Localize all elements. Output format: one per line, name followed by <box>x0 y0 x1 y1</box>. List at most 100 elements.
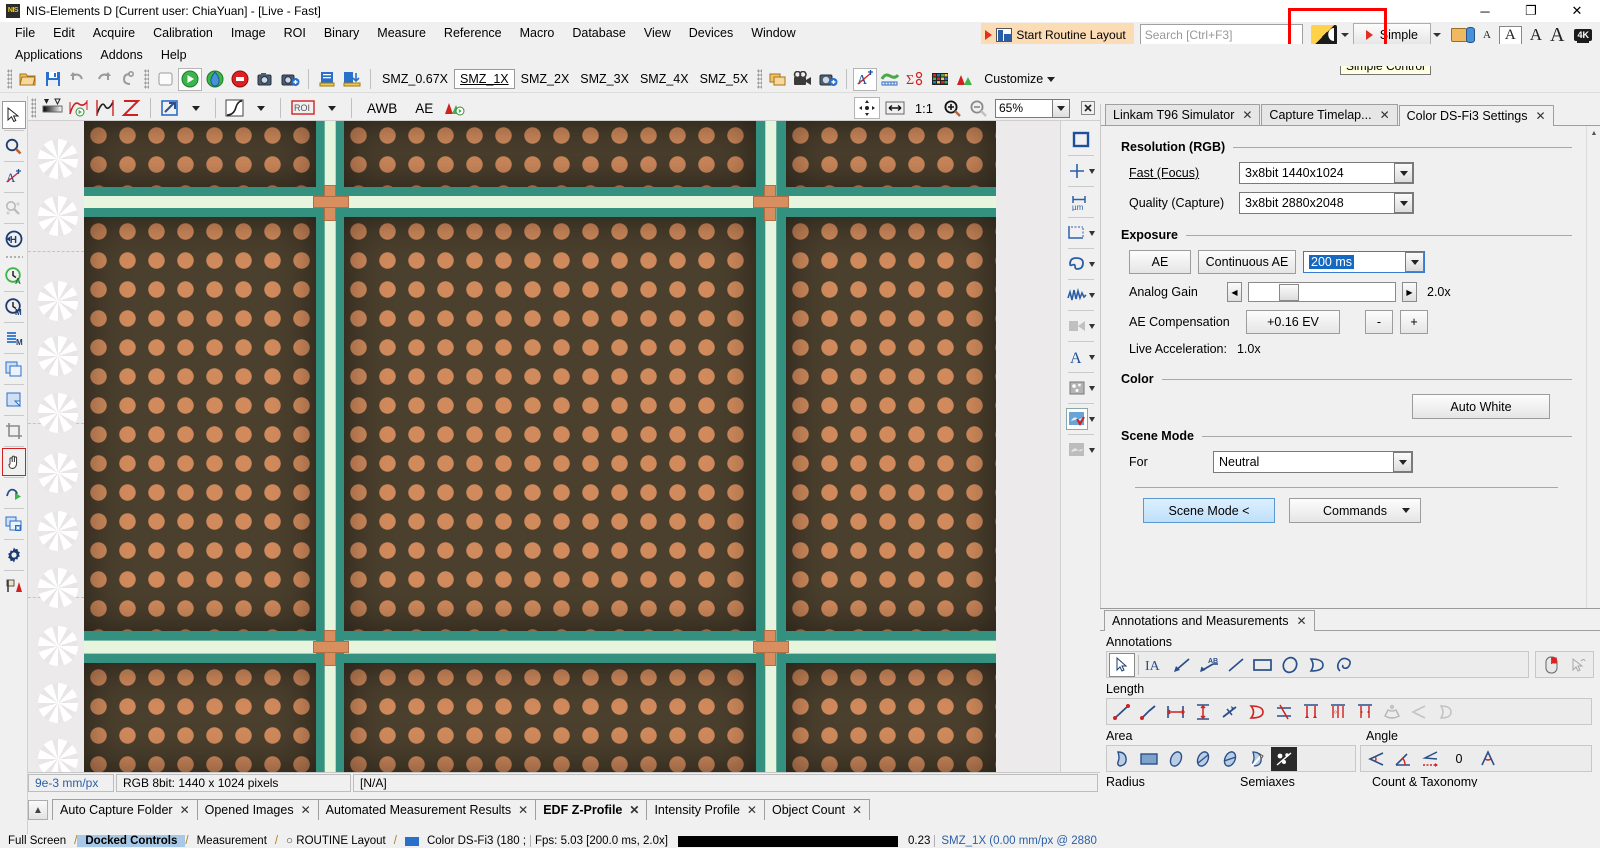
scene-mode-button[interactable]: Scene Mode < <box>1143 498 1275 523</box>
length-two-point-icon[interactable] <box>1109 700 1135 724</box>
bottom-tab-edf-z-profile[interactable]: EDF Z-Profile ✕ <box>535 799 648 820</box>
font-size-s[interactable]: A <box>1498 25 1522 45</box>
copy-image-icon[interactable] <box>2 355 26 383</box>
intensity-profile-tool-icon[interactable] <box>1063 280 1099 310</box>
menu-measure[interactable]: Measure <box>368 24 435 42</box>
live-play-icon[interactable] <box>178 67 202 91</box>
one-to-one-button[interactable]: 1:1 <box>910 99 938 118</box>
toolbar-grip-3[interactable] <box>757 69 763 89</box>
fit-width-icon[interactable] <box>882 97 908 119</box>
zoom-out-icon[interactable] <box>966 97 990 120</box>
measure-curve-icon[interactable] <box>878 68 902 91</box>
open-database-icon[interactable] <box>1450 25 1475 45</box>
menu-window[interactable]: Window <box>742 24 804 42</box>
length-polyline-icon[interactable] <box>1136 700 1162 724</box>
live-histogram-icon[interactable] <box>443 97 467 120</box>
menu-reference[interactable]: Reference <box>435 24 511 42</box>
close-icon[interactable]: ✕ <box>747 803 757 817</box>
length-two-parallel-icon[interactable] <box>1298 700 1324 724</box>
reset-icon[interactable] <box>116 68 140 91</box>
crosshair-tool-icon[interactable] <box>1063 156 1099 186</box>
live-fast-icon[interactable] <box>203 68 227 91</box>
close-icon[interactable]: ✕ <box>629 803 639 817</box>
bottom-tab-auto-capture-folder[interactable]: Auto Capture Folder ✕ <box>52 799 198 820</box>
panel-tab-linkam-t96-simulator[interactable]: Linkam T96 Simulator ✕ <box>1105 104 1261 125</box>
annotate-text-tool-icon[interactable]: A <box>2 163 26 191</box>
ae-compensation-minus[interactable]: - <box>1365 310 1393 334</box>
annotation-polygon-icon[interactable] <box>1304 653 1330 677</box>
minimize-icon[interactable]: ─ <box>1462 0 1508 22</box>
chevron-down-icon[interactable] <box>1394 163 1413 183</box>
fast-focus-label[interactable]: Fast (Focus) <box>1129 166 1239 180</box>
duplicate-image-icon[interactable] <box>766 68 790 91</box>
collapse-panel-button[interactable]: ▲ <box>28 800 48 820</box>
chevron-down-icon[interactable] <box>1089 416 1095 422</box>
menu-database[interactable]: Database <box>563 24 635 42</box>
chevron-down-icon[interactable] <box>1089 230 1095 236</box>
layout-tab-routine-layout[interactable]: ○ ROUTINE Layout <box>278 835 394 847</box>
capture-plus-icon[interactable] <box>278 68 302 91</box>
chevron-down-icon[interactable] <box>1089 168 1095 174</box>
mag-smz-4x[interactable]: SMZ_4X <box>635 70 694 88</box>
close-icon[interactable]: ✕ <box>1297 614 1307 628</box>
close-icon[interactable]: ✕ <box>1380 108 1390 122</box>
area-rectangle-icon[interactable] <box>1136 747 1162 771</box>
chevron-down-icon[interactable] <box>1089 385 1095 391</box>
search-input[interactable]: Search [Ctrl+F3] <box>1139 24 1303 46</box>
close-icon[interactable]: ✕ <box>180 803 190 817</box>
chevron-down-icon[interactable] <box>1089 292 1095 298</box>
awb-button[interactable]: AWB <box>359 99 405 118</box>
auto-timer-icon[interactable]: A <box>2 262 26 290</box>
menu-file[interactable]: File <box>6 24 44 42</box>
chevron-down-icon[interactable] <box>1402 508 1410 513</box>
area-ellipse-crossed-icon[interactable] <box>1217 747 1243 771</box>
pan-hand-icon[interactable] <box>1 448 26 476</box>
mag-smz-2x[interactable]: SMZ_2X <box>516 70 575 88</box>
palette-grip[interactable] <box>4 255 23 260</box>
auto-white-button[interactable]: Auto White <box>1412 394 1550 419</box>
insert-report-icon[interactable] <box>340 68 364 91</box>
close-icon[interactable]: ✕ <box>518 803 528 817</box>
chevron-down-icon[interactable] <box>1394 193 1413 213</box>
mag-smz-1x[interactable]: SMZ_1X <box>454 69 515 89</box>
annotation-ia-text-icon[interactable]: IA <box>1142 653 1168 677</box>
toolbar-grip[interactable] <box>7 69 12 89</box>
fit-to-window-icon[interactable] <box>853 97 880 119</box>
corner-scale-tool-icon[interactable] <box>1063 218 1099 248</box>
movie-annotate-tool-icon[interactable] <box>1063 311 1099 341</box>
scene-mode-select[interactable]: Neutral <box>1213 451 1413 473</box>
movie-camera-icon[interactable] <box>791 68 815 91</box>
annotation-ellipse-icon[interactable] <box>1277 653 1303 677</box>
chevron-down-icon-export[interactable] <box>184 97 208 120</box>
thresholding-tool-icon[interactable] <box>1063 404 1099 434</box>
export-arrow-icon[interactable] <box>158 97 182 120</box>
menu-acquire[interactable]: Acquire <box>84 24 144 42</box>
text-annotation-tool-icon[interactable]: A <box>1063 342 1099 372</box>
magic-wand-tool-icon[interactable] <box>2 194 26 222</box>
ae-button[interactable]: AE <box>1129 250 1191 274</box>
report-icon[interactable] <box>315 68 339 91</box>
close-icon[interactable]: ✕ <box>852 803 862 817</box>
flag-marker-icon[interactable] <box>2 572 26 600</box>
commands-button[interactable]: Commands <box>1289 498 1421 523</box>
imgtoolbar-grip[interactable] <box>31 98 36 118</box>
scroll-up-arrow-icon[interactable]: ▲ <box>1587 126 1600 140</box>
menu-calibration[interactable]: Calibration <box>144 24 222 42</box>
length-perpendicular-icon[interactable] <box>1217 700 1243 724</box>
bottom-tab-automated-measurement-results[interactable]: Automated Measurement Results ✕ <box>317 799 537 820</box>
length-vertical-icon[interactable] <box>1190 700 1216 724</box>
menu-devices[interactable]: Devices <box>680 24 742 42</box>
close-icon[interactable]: ✕ <box>1554 0 1600 22</box>
binary-edit-tool-icon[interactable] <box>1063 435 1099 465</box>
menu-macro[interactable]: Macro <box>511 24 564 42</box>
annotation-rectangle-icon[interactable] <box>1250 653 1276 677</box>
stack-manual-icon[interactable]: M <box>2 324 26 352</box>
analog-gain-slider[interactable] <box>1248 282 1396 302</box>
gamma-curve-icon[interactable] <box>223 97 247 120</box>
font-size-m[interactable]: A <box>1530 25 1542 45</box>
font-size-xs[interactable]: A <box>1483 29 1491 41</box>
histogram-peaks-icon[interactable] <box>953 68 977 91</box>
close-icon[interactable]: ✕ <box>1536 109 1546 123</box>
close-all-images-icon[interactable] <box>2 510 26 538</box>
toolbar-grip-2[interactable] <box>144 69 149 89</box>
